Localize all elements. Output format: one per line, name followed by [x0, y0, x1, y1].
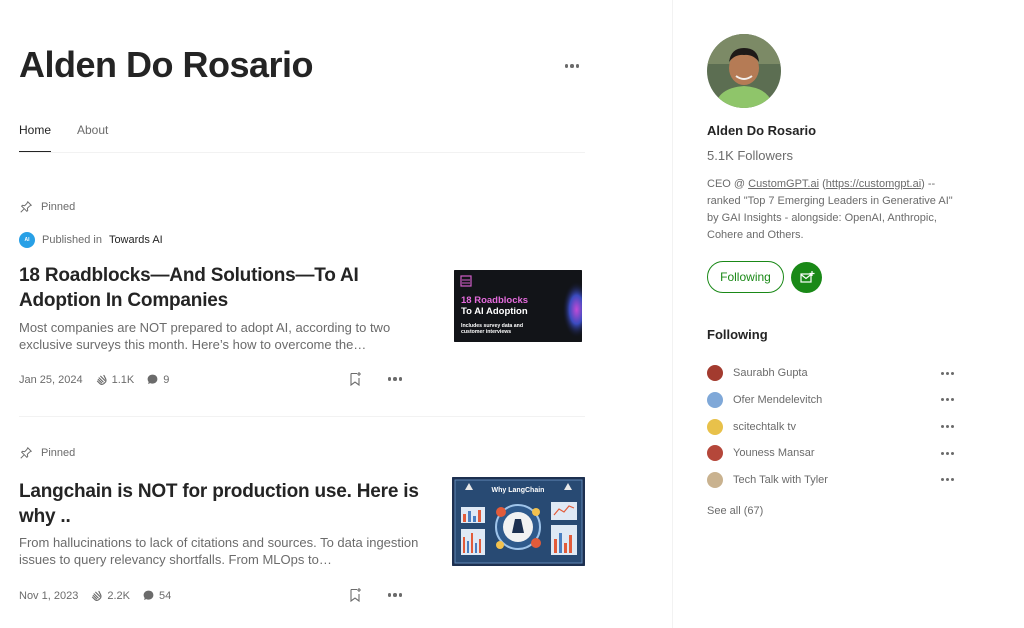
- author-avatar[interactable]: [707, 34, 781, 108]
- list-item[interactable]: scitechtalk tv: [707, 413, 957, 440]
- following-more-button[interactable]: [939, 473, 955, 487]
- list-item[interactable]: Ofer Mendelevitch: [707, 387, 957, 414]
- sidebar-author-name[interactable]: Alden Do Rosario: [707, 123, 816, 138]
- comment-count: 54: [142, 589, 171, 602]
- avatar: [707, 365, 723, 382]
- tab-home[interactable]: Home: [19, 123, 51, 137]
- profile-tabs: Home About: [19, 123, 585, 153]
- bio-link-url[interactable]: https://customgpt.ai: [826, 178, 921, 190]
- list-item[interactable]: Saurabh Gupta: [707, 360, 957, 387]
- pin-icon: [20, 200, 33, 213]
- article-card[interactable]: Pinned AI Published in Towards AI 18 Roa…: [19, 198, 585, 398]
- article-more-button[interactable]: [387, 371, 403, 387]
- following-more-button[interactable]: [939, 393, 955, 407]
- article-title[interactable]: 18 Roadblocks—And Solutions—To AI Adopti…: [19, 263, 419, 313]
- avatar: [707, 445, 723, 462]
- article-more-button[interactable]: [387, 587, 403, 603]
- publication-link[interactable]: Towards AI: [109, 234, 163, 246]
- clap-icon: [96, 374, 107, 385]
- following-more-button[interactable]: [939, 446, 955, 460]
- article-thumbnail[interactable]: Why LangChain: [452, 477, 585, 566]
- avatar-image: [707, 34, 781, 108]
- clap-count: 2.2K: [90, 589, 130, 602]
- comment-icon: [143, 590, 154, 600]
- following-section-title: Following: [707, 327, 768, 342]
- following-name[interactable]: Tech Talk with Tyler: [733, 474, 828, 486]
- article-card[interactable]: Pinned Langchain is NOT for production u…: [19, 444, 585, 614]
- thumb-headline: Why LangChain: [492, 487, 545, 494]
- tab-about[interactable]: About: [77, 123, 108, 137]
- thumb-caption-line2: customer interviews: [461, 329, 511, 335]
- bookmark-add-icon[interactable]: [347, 587, 363, 603]
- clap-count: 1.1K: [95, 373, 134, 386]
- pin-icon: [20, 446, 33, 459]
- active-tab-indicator: [19, 151, 51, 152]
- following-name[interactable]: Ofer Mendelevitch: [733, 394, 822, 406]
- comment-count: 9: [146, 373, 169, 386]
- article-title[interactable]: Langchain is NOT for production use. Her…: [19, 479, 419, 529]
- thumb-headline-line2: To AI Adoption: [461, 306, 528, 317]
- article-subtitle[interactable]: Most companies are NOT prepared to adopt…: [19, 319, 419, 353]
- following-name[interactable]: scitechtalk tv: [733, 421, 796, 433]
- main-column: Alden Do Rosario Home About Pinned AI Pu…: [0, 0, 672, 628]
- article-meta: Nov 1, 2023 2.2K 54: [19, 589, 183, 602]
- article-date: Nov 1, 2023: [19, 589, 79, 602]
- more-dots-icon: [387, 377, 392, 381]
- profile-sidebar: Alden Do Rosario 5.1K Followers CEO @ Cu…: [672, 0, 1024, 628]
- profile-name: Alden Do Rosario: [19, 44, 314, 85]
- following-more-button[interactable]: [939, 419, 955, 433]
- more-dots-icon: [564, 64, 569, 68]
- publication-line: AI Published in Towards AI: [19, 232, 163, 248]
- article-meta: Jan 25, 2024 1.1K 9: [19, 373, 181, 386]
- avatar: [707, 392, 723, 409]
- article-divider: [19, 416, 585, 417]
- following-button[interactable]: Following: [707, 261, 784, 293]
- article-subtitle[interactable]: From hallucinations to lack of citations…: [19, 534, 419, 568]
- author-bio: CEO @ CustomGPT.ai (https://customgpt.ai…: [707, 178, 953, 241]
- bookmark-add-icon[interactable]: [347, 371, 363, 387]
- following-more-button[interactable]: [939, 366, 955, 380]
- list-item[interactable]: Youness Mansar: [707, 440, 957, 467]
- following-list: Saurabh Gupta Ofer Mendelevitch scitecht…: [707, 360, 957, 493]
- profile-more-button[interactable]: [562, 58, 582, 74]
- see-all-following-link[interactable]: See all (67): [707, 505, 763, 517]
- avatar: [707, 472, 723, 489]
- list-item[interactable]: Tech Talk with Tyler: [707, 467, 957, 494]
- comment-icon: [147, 374, 158, 384]
- clap-icon: [92, 590, 102, 601]
- following-name[interactable]: Youness Mansar: [733, 447, 815, 459]
- bio-link-customgpt[interactable]: CustomGPT.ai: [748, 178, 819, 190]
- thumbnail-image: Why LangChain: [452, 477, 585, 566]
- follower-count[interactable]: 5.1K Followers: [707, 148, 793, 163]
- mail-plus-icon: [799, 270, 814, 283]
- towards-ai-logo[interactable]: AI: [19, 232, 35, 248]
- pinned-label: Pinned: [19, 446, 75, 460]
- thumbnail-image: 18 Roadblocks To AI Adoption Includes su…: [454, 270, 582, 342]
- pinned-label: Pinned: [19, 200, 75, 214]
- subscribe-email-button[interactable]: [791, 262, 822, 293]
- article-date: Jan 25, 2024: [19, 373, 83, 386]
- article-thumbnail[interactable]: 18 Roadblocks To AI Adoption Includes su…: [454, 270, 582, 342]
- more-dots-icon: [387, 593, 392, 597]
- thumb-headline-line1: 18 Roadblocks: [461, 295, 528, 306]
- following-name[interactable]: Saurabh Gupta: [733, 367, 808, 379]
- avatar: [707, 418, 723, 435]
